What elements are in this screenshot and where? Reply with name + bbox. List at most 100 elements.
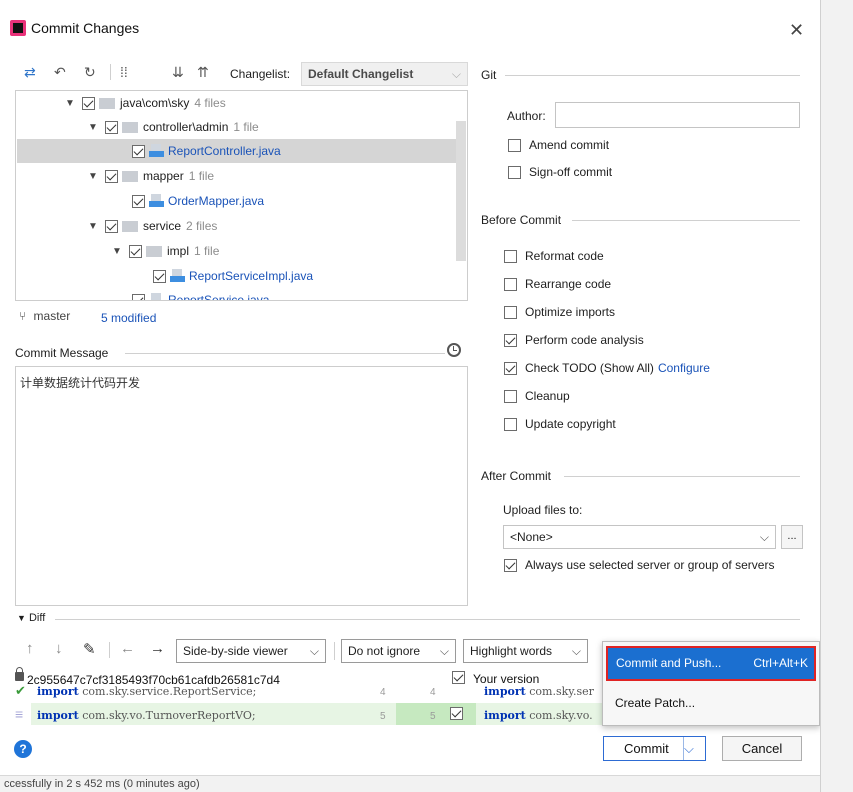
checkbox[interactable] (82, 96, 95, 110)
back-arrow-icon[interactable]: ← (120, 640, 135, 657)
checkbox[interactable] (504, 361, 517, 375)
divider (505, 75, 800, 76)
tree-row-controller-admin[interactable]: ▼ controller\admin 1 file (87, 115, 259, 139)
tree-row-label: mapper (143, 169, 184, 183)
chevron-down-icon: ⌵ (309, 644, 319, 658)
help-icon[interactable]: ? (14, 740, 32, 758)
file-count: 4 files (194, 96, 226, 110)
toolbar-separator (334, 642, 335, 660)
your-version-checkbox[interactable] (452, 671, 473, 684)
commit-button[interactable]: Commit ⌵ (603, 736, 706, 761)
java-file-icon (170, 269, 186, 283)
tree-row-mapper[interactable]: ▼ mapper 1 file (87, 164, 214, 188)
tree-row-report-service-impl[interactable]: ReportServiceImpl.java (153, 264, 313, 288)
checkbox[interactable] (504, 333, 517, 347)
edit-source-icon[interactable]: ✎ (83, 640, 96, 658)
previous-difference-icon[interactable]: ↑ (26, 640, 34, 657)
option-label: Check TODO (Show All) (525, 361, 654, 375)
tree-row-report-controller[interactable]: ReportController.java (132, 139, 281, 163)
checkbox[interactable] (153, 269, 166, 283)
update-copyright-option[interactable]: Update copyright (504, 417, 616, 431)
ignore-whitespace-select[interactable]: Do not ignore ⌵ (341, 639, 456, 663)
checkbox[interactable] (132, 293, 145, 300)
option-label: Update copyright (525, 417, 616, 431)
checkbox[interactable] (504, 558, 517, 572)
rollback-icon[interactable]: ↶ (54, 64, 66, 81)
expand-all-icon[interactable]: ⇊ (172, 64, 184, 81)
option-label: Always use selected server or group of s… (525, 558, 775, 572)
changelist-select[interactable]: Default Changelist ⌵ (301, 62, 468, 86)
diff-left-line-4: import com.sky.service.ReportService; (37, 685, 257, 698)
always-use-server-option[interactable]: Always use selected server or group of s… (504, 558, 774, 572)
checkbox[interactable] (504, 417, 517, 431)
chevron-down-icon[interactable]: ▼ (87, 221, 99, 232)
next-difference-icon[interactable]: ↓ (55, 640, 63, 657)
checkbox[interactable] (504, 277, 517, 291)
commit-message-label: Commit Message (15, 346, 109, 360)
tree-scrollbar[interactable] (456, 121, 466, 261)
checkbox[interactable] (508, 165, 521, 179)
option-label: Optimize imports (525, 305, 616, 319)
collapse-all-icon[interactable]: ⇈ (197, 64, 209, 81)
checkbox[interactable] (132, 144, 145, 158)
changes-tree: ▼ java\com\sky 4 files ▼ controller\admi… (15, 90, 468, 301)
checkbox[interactable] (450, 707, 463, 720)
tree-row-order-mapper[interactable]: OrderMapper.java (132, 189, 264, 213)
checkbox[interactable] (504, 389, 517, 403)
configure-link[interactable]: Configure (658, 361, 710, 375)
optimize-imports-option[interactable]: Optimize imports (504, 305, 615, 319)
branch-name: master (33, 309, 71, 323)
create-patch-menu-item[interactable]: Create Patch... (615, 696, 695, 710)
chevron-down-icon: ⌵ (439, 644, 449, 658)
check-todo-option[interactable]: Check TODO (Show All) Configure (504, 361, 710, 375)
author-input[interactable] (555, 102, 800, 128)
forward-arrow-icon[interactable]: → (150, 640, 165, 657)
divider (572, 220, 800, 221)
upload-server-select[interactable]: <None> ⌵ (503, 525, 776, 549)
tree-row-service[interactable]: ▼ service 2 files (87, 214, 217, 238)
chevron-down-icon[interactable]: ▼ (64, 98, 76, 109)
commit-button-label: Commit (624, 741, 669, 756)
browse-servers-button[interactable]: ... (781, 525, 803, 549)
checkbox[interactable] (105, 219, 118, 233)
amend-commit-option[interactable]: Amend commit (508, 138, 609, 152)
rearrange-code-option[interactable]: Rearrange code (504, 277, 611, 291)
checkbox[interactable] (504, 305, 517, 319)
sign-off-commit-option[interactable]: Sign-off commit (508, 165, 612, 179)
diff-section-toggle[interactable]: ▼ Diff (17, 612, 45, 624)
checkbox[interactable] (105, 169, 118, 183)
group-by-icon[interactable]: ⁞⁞ (120, 64, 128, 80)
chevron-down-icon[interactable]: ▼ (87, 171, 99, 182)
perform-code-analysis-option[interactable]: Perform code analysis (504, 333, 644, 347)
checkbox[interactable] (452, 671, 465, 684)
cancel-button[interactable]: Cancel (722, 736, 802, 761)
tree-row-report-service[interactable]: ReportService.java (132, 288, 269, 300)
chevron-down-icon[interactable]: ▼ (111, 246, 123, 257)
author-label: Author: (507, 109, 546, 123)
modified-count-link[interactable]: 5 modified (101, 311, 156, 325)
background-status-bar: ccessfully in 2 s 452 ms (0 minutes ago) (0, 775, 820, 792)
reformat-code-option[interactable]: Reformat code (504, 249, 604, 263)
checkbox[interactable] (132, 194, 145, 208)
chevron-down-icon: ⌵ (571, 644, 581, 658)
close-icon[interactable]: ✕ (789, 20, 804, 41)
highlight-mode-select[interactable]: Highlight words ⌵ (463, 639, 588, 663)
history-clock-icon[interactable] (447, 343, 461, 357)
chevron-down-icon: ⌵ (451, 67, 461, 81)
tree-row-impl[interactable]: ▼ impl 1 file (111, 239, 219, 263)
commit-dropdown-arrow[interactable]: ⌵ (683, 737, 705, 760)
checkbox[interactable] (504, 249, 517, 263)
show-diff-icon[interactable]: ⇄ (24, 64, 36, 81)
refresh-icon[interactable]: ↻ (84, 64, 96, 81)
checkbox[interactable] (105, 120, 118, 134)
include-change-checkbox[interactable] (450, 707, 471, 720)
chevron-down-icon[interactable]: ▼ (87, 122, 99, 133)
checkbox[interactable] (129, 244, 142, 258)
viewer-mode-select[interactable]: Side-by-side viewer ⌵ (176, 639, 326, 663)
branch-indicator[interactable]: ⑂ master (19, 309, 70, 323)
commit-message-input[interactable]: 计单数据统计代码开发 (15, 366, 468, 606)
checkbox[interactable] (508, 138, 521, 152)
tree-row-java-com-sky[interactable]: ▼ java\com\sky 4 files (64, 91, 226, 115)
commit-and-push-menu-item[interactable]: Commit and Push... Ctrl+Alt+K (606, 646, 816, 681)
cleanup-option[interactable]: Cleanup (504, 389, 570, 403)
